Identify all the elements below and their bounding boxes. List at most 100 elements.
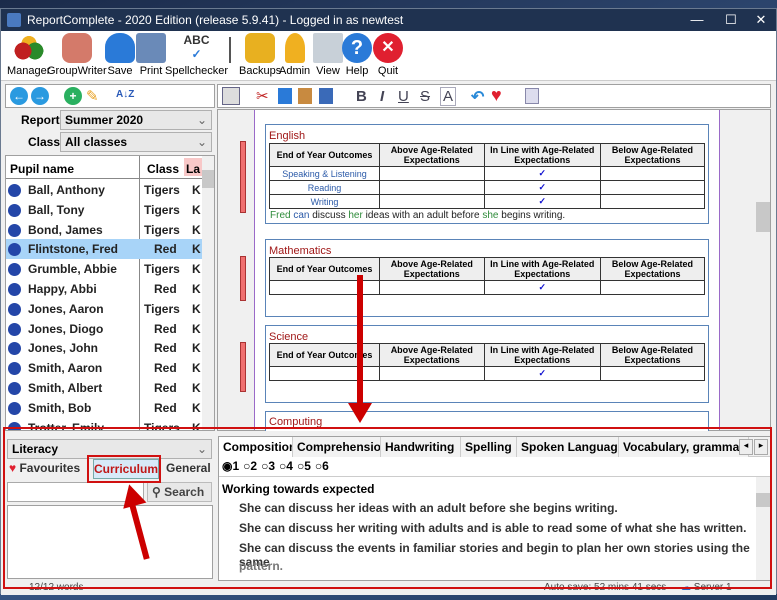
groupwriter-icon <box>61 33 92 63</box>
pupil-row[interactable]: Smith, Aaron Red K <box>6 358 202 378</box>
pupil-la: K <box>192 381 201 395</box>
cell-below[interactable] <box>599 366 706 381</box>
underline-button[interactable]: U <box>398 88 409 105</box>
bold-button[interactable]: B <box>356 88 367 105</box>
manager-label: Manager <box>7 65 51 77</box>
outcome-speaking[interactable]: Speaking & Listening <box>269 166 380 181</box>
pupil-row[interactable]: Bond, James Tigers K <box>6 220 202 240</box>
view-label: View <box>316 65 340 77</box>
groupwriter-label: GroupWriter <box>47 65 107 77</box>
pupil-row[interactable]: Flintstone, Fred Red K <box>6 239 202 260</box>
pupil-la: K <box>192 183 201 197</box>
back-icon[interactable]: ← <box>10 87 28 105</box>
check-mark[interactable]: ✓ <box>483 166 601 181</box>
maximize-button[interactable]: ☐ <box>714 9 748 31</box>
header-below: Below Age-Related Expectations <box>599 143 706 167</box>
column-pupil-name[interactable]: Pupil name <box>10 162 74 176</box>
admin-button[interactable]: Admin <box>279 33 310 77</box>
sort-icon[interactable]: A↓Z <box>116 89 134 100</box>
class-select[interactable]: All classes ⌄ <box>60 132 212 152</box>
print-button[interactable]: Print <box>136 33 166 77</box>
header-below: Below Age-Related Expectations <box>599 343 706 367</box>
outcome-writing[interactable]: Writing <box>269 194 380 209</box>
check-mark[interactable]: ✓ <box>483 280 601 295</box>
paste-icon[interactable] <box>298 88 312 104</box>
cell-below[interactable] <box>599 280 706 295</box>
spellchecker-button[interactable]: ABC ✓ Spellchecker <box>165 33 228 77</box>
pupil-la: K <box>192 242 201 257</box>
cell-outcome[interactable] <box>269 366 380 381</box>
pupil-la: K <box>192 400 201 415</box>
document-icon[interactable] <box>525 88 539 104</box>
pupil-row[interactable]: Ball, Tony Tigers K <box>6 200 202 220</box>
status-dot-icon <box>8 263 21 277</box>
italic-button[interactable]: I <box>380 88 384 105</box>
header-above: Above Age-Related Expectations <box>379 343 485 367</box>
pupil-row[interactable]: Smith, Bob Red K <box>6 398 202 418</box>
chevron-down-icon: ⌄ <box>196 135 207 149</box>
key-icon <box>284 33 305 63</box>
header-below: Below Age-Related Expectations <box>599 257 706 281</box>
add-icon[interactable]: + <box>64 87 82 105</box>
pupil-row[interactable]: Ball, Anthony Tigers K <box>6 180 202 200</box>
column-class[interactable]: Class <box>147 162 179 176</box>
comment-word: begins writing. <box>501 210 566 221</box>
pupil-list: Pupil name Class La Ball, Anthony Tigers K… <box>5 155 215 431</box>
outcome-reading[interactable]: Reading <box>269 180 380 195</box>
cell-above[interactable] <box>379 366 485 381</box>
check-mark[interactable]: ✓ <box>483 366 601 381</box>
cell-below[interactable] <box>599 166 706 181</box>
cut-icon[interactable]: ✂ <box>256 87 269 105</box>
cell-above[interactable] <box>379 280 485 295</box>
pupil-name: Ball, Anthony <box>28 183 105 197</box>
english-comment[interactable]: Fred can discuss her ideas with an adult… <box>270 210 565 221</box>
view-button[interactable]: View <box>313 33 343 77</box>
manager-button[interactable]: Manager <box>7 33 50 77</box>
page-view-icon[interactable] <box>222 87 240 105</box>
column-la[interactable]: La <box>184 158 202 176</box>
view-icon <box>313 33 343 63</box>
pupil-row[interactable]: Jones, John Red K <box>6 338 202 358</box>
pupil-list-scrollbar[interactable] <box>202 156 214 430</box>
pupil-class: Tigers <box>144 202 180 217</box>
pupil-row[interactable]: Smith, Albert Red K <box>6 378 202 398</box>
heart-icon[interactable]: ♥ <box>491 85 502 106</box>
cell-above[interactable] <box>379 166 485 181</box>
check-mark[interactable]: ✓ <box>483 180 601 195</box>
mathematics-table: End of Year Outcomes Above Age-Related Ex… <box>269 257 706 295</box>
groupwriter-button[interactable]: GroupWriter <box>47 33 107 77</box>
check-mark[interactable]: ✓ <box>483 194 601 209</box>
copy-icon[interactable] <box>278 88 292 104</box>
quit-button[interactable]: ✕ Quit <box>373 33 403 77</box>
strikethrough-button[interactable]: S <box>420 88 430 105</box>
window-title: ReportComplete - 2020 Edition (release 5… <box>27 13 404 27</box>
pupil-class: Red <box>154 361 177 376</box>
database-icon <box>245 33 276 63</box>
pencil-icon[interactable]: ✎ <box>86 87 99 105</box>
main-toolbar: Manager GroupWriter Save Print ABC ✓ Spell… <box>1 31 776 81</box>
backups-button[interactable]: Backups <box>239 33 281 77</box>
document-scrollbar[interactable] <box>756 110 770 430</box>
minimize-button[interactable]: — <box>680 9 714 31</box>
report-select[interactable]: Summer 2020 ⌄ <box>60 110 212 130</box>
pupil-row[interactable]: Jones, Diogo Red K <box>6 319 202 339</box>
pupil-row[interactable]: Grumble, Abbie Tigers K <box>6 259 202 279</box>
pupil-la: K <box>192 202 201 217</box>
pupil-row[interactable]: Happy, Abbi Red K <box>6 279 202 299</box>
pupil-la: K <box>192 301 201 316</box>
save-button[interactable]: Save <box>105 33 135 77</box>
pupil-row[interactable]: Jones, Aaron Tigers K <box>6 299 202 319</box>
cell-outcome[interactable] <box>269 280 380 295</box>
cell-below[interactable] <box>599 194 706 209</box>
marker-bar <box>240 141 246 213</box>
help-button[interactable]: ? Help <box>342 33 372 77</box>
font-color-button[interactable]: A <box>440 87 457 106</box>
cell-above[interactable] <box>379 194 485 209</box>
undo-icon[interactable]: ↶ <box>471 87 484 107</box>
paste-word-icon[interactable] <box>319 88 333 104</box>
close-button[interactable]: ✕ <box>744 9 777 31</box>
marker-bar <box>240 256 246 301</box>
forward-icon[interactable]: → <box>31 87 49 105</box>
cell-above[interactable] <box>379 180 485 195</box>
cell-below[interactable] <box>599 180 706 195</box>
